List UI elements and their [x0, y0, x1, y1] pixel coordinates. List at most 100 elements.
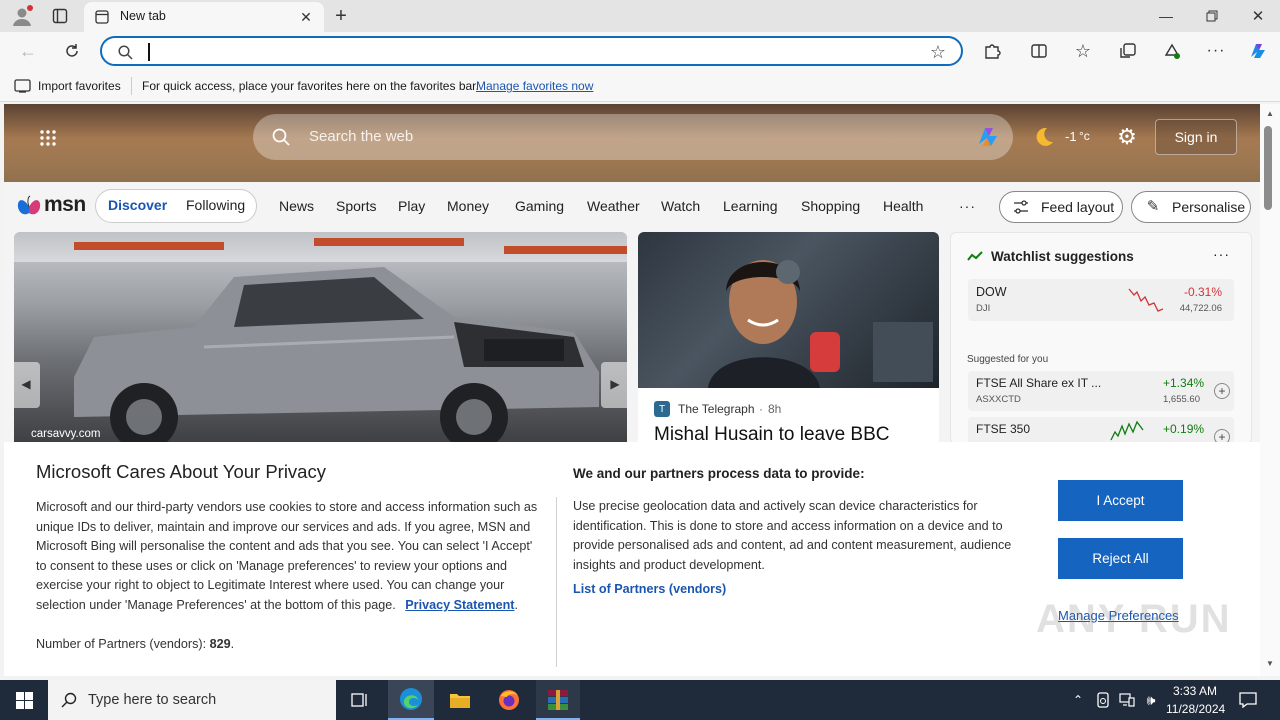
hero-story-card[interactable]: ◀ ▶ carsavvy.com [14, 232, 627, 444]
nav-health[interactable]: Health [883, 184, 923, 228]
new-tab-page-icon [94, 9, 110, 25]
close-window-icon[interactable]: ✕ [1248, 6, 1268, 26]
windows-start-icon[interactable] [0, 680, 48, 720]
more-menu-icon[interactable]: ··· [1205, 40, 1227, 62]
watchlist-row-ftse-all[interactable]: FTSE All Share ex IT ... ASXXCTD +1.34% … [968, 371, 1234, 411]
split-screen-icon[interactable] [1028, 40, 1050, 62]
personalise-button[interactable]: ✎ Personalise [1131, 191, 1251, 223]
tab-new-tab[interactable]: New tab ✕ [84, 2, 324, 32]
nav-gaming[interactable]: Gaming [515, 184, 564, 228]
partners-count-label: Number of Partners (vendors): [36, 637, 207, 651]
nav-learning[interactable]: Learning [723, 184, 778, 228]
network-icon[interactable] [1118, 691, 1136, 709]
news-story-card[interactable]: T The Telegraph · 8h Mishal Husain to le… [638, 232, 939, 444]
tab-following[interactable]: Following [186, 197, 245, 213]
list-of-partners-link[interactable]: List of Partners (vendors) [573, 580, 726, 600]
favorite-star-icon[interactable]: ☆ [928, 42, 948, 62]
restore-icon[interactable] [1202, 6, 1222, 26]
close-tab-icon[interactable]: ✕ [298, 9, 314, 25]
nav-watch[interactable]: Watch [661, 184, 700, 228]
temperature-value: -1 [1065, 129, 1077, 144]
nav-sports[interactable]: Sports [336, 184, 376, 228]
collections-icon[interactable] [1117, 40, 1139, 62]
temperature-unit: °c [1079, 129, 1090, 143]
carousel-prev-button[interactable]: ◀ [14, 362, 40, 408]
feed-layout-label: Feed layout [1041, 199, 1115, 215]
reject-all-button[interactable]: Reject All [1058, 538, 1183, 579]
search-icon [60, 691, 78, 709]
news-headline[interactable]: Mishal Husain to leave BBC [654, 424, 890, 444]
taskbar-search-box[interactable]: Type here to search [48, 680, 336, 720]
clock-time[interactable]: 3:33 AM [1172, 684, 1218, 698]
sparkline-down [1128, 288, 1164, 312]
stock-change: +0.19% [1163, 422, 1205, 436]
feed-toggle: Discover Following [95, 189, 257, 223]
back-arrow-icon[interactable]: ← [16, 39, 40, 63]
carousel-next-button[interactable]: ▶ [601, 362, 627, 408]
winrar-taskbar-button[interactable] [536, 680, 580, 720]
page-scrollbar[interactable]: ▲ ▼ [1260, 104, 1280, 676]
nav-play[interactable]: Play [398, 184, 425, 228]
browser-essentials-icon[interactable] [1161, 40, 1183, 62]
device-icon[interactable] [1094, 691, 1112, 709]
refresh-icon[interactable] [60, 39, 84, 63]
privacy-statement-link[interactable]: Privacy Statement [405, 598, 514, 612]
hero-source: carsavvy.com [31, 428, 101, 440]
firefox-icon[interactable] [489, 680, 529, 720]
copilot-search-icon[interactable] [973, 123, 1003, 151]
task-view-icon[interactable] [340, 680, 380, 720]
stock-name: FTSE 350 [976, 422, 1031, 436]
period: . [514, 597, 518, 612]
extensions-icon[interactable] [981, 40, 1003, 62]
stock-value: 44,722.06 [1179, 303, 1222, 314]
winrar-icon [546, 688, 570, 712]
watchlist-title: Watchlist suggestions [991, 249, 1134, 264]
clock-date[interactable]: 11/28/2024 [1166, 702, 1225, 716]
copilot-icon[interactable] [1246, 39, 1270, 63]
apps-grid-icon[interactable] [38, 128, 58, 148]
favorites-icon[interactable]: ☆ [1072, 40, 1094, 62]
new-tab-plus-icon[interactable]: + [330, 5, 352, 27]
privacy-body-text: Microsoft and our third-party vendors us… [36, 500, 538, 612]
web-search-box[interactable]: Search the web [253, 114, 1013, 160]
feed-layout-button[interactable]: Feed layout [999, 191, 1123, 223]
tab-discover[interactable]: Discover [108, 197, 167, 213]
file-explorer-icon[interactable] [440, 680, 480, 720]
sign-in-button[interactable]: Sign in [1155, 119, 1237, 155]
tray-overflow-chevron-icon[interactable]: ⌃ [1070, 692, 1086, 708]
volume-icon[interactable]: 🕪 [1142, 691, 1160, 709]
favorites-bar: Import favorites For quick access, place… [0, 70, 1280, 102]
profile-avatar-icon[interactable] [10, 4, 34, 28]
search-icon [271, 127, 291, 147]
tab-bar: New tab ✕ + — ✕ [0, 0, 1280, 32]
nav-money[interactable]: Money [447, 184, 489, 228]
add-to-watchlist-icon[interactable]: + [1214, 383, 1230, 399]
nav-more-icon[interactable]: ··· [959, 184, 976, 228]
stock-symbol: DJI [976, 303, 991, 314]
scroll-up-icon[interactable]: ▲ [1264, 108, 1276, 118]
data-processing-body: Use precise geolocation data and activel… [573, 499, 1012, 572]
settings-gear-icon[interactable]: ⚙ [1115, 124, 1139, 149]
scroll-down-icon[interactable]: ▼ [1264, 658, 1276, 668]
period: . [230, 637, 235, 651]
manage-favorites-link[interactable]: Manage favorites now [476, 79, 593, 93]
edge-taskbar-button[interactable] [388, 680, 434, 720]
minimize-icon[interactable]: — [1156, 6, 1176, 26]
divider [131, 77, 132, 95]
watchlist-row-dow[interactable]: DOW DJI -0.31% 44,722.06 [968, 279, 1234, 321]
msn-butterfly-icon[interactable] [15, 193, 43, 219]
dealership-stripe [74, 242, 224, 250]
nav-news[interactable]: News [279, 184, 314, 228]
favorites-bar-message: For quick access, place your favorites h… [142, 79, 479, 93]
notifications-icon[interactable] [1238, 691, 1258, 709]
banner-divider [556, 497, 557, 667]
scrollbar-thumb[interactable] [1264, 126, 1272, 210]
watchlist-more-icon[interactable]: ··· [1213, 246, 1230, 262]
address-bar[interactable]: ☆ [100, 36, 963, 66]
nav-shopping[interactable]: Shopping [801, 184, 860, 228]
nav-weather[interactable]: Weather [587, 184, 640, 228]
import-favorites-button[interactable]: Import favorites [38, 79, 121, 93]
tab-actions-icon[interactable] [50, 6, 70, 26]
accept-button[interactable]: I Accept [1058, 480, 1183, 521]
watchlist-row-ftse-350[interactable]: FTSE 350 +0.19% + [968, 417, 1234, 443]
